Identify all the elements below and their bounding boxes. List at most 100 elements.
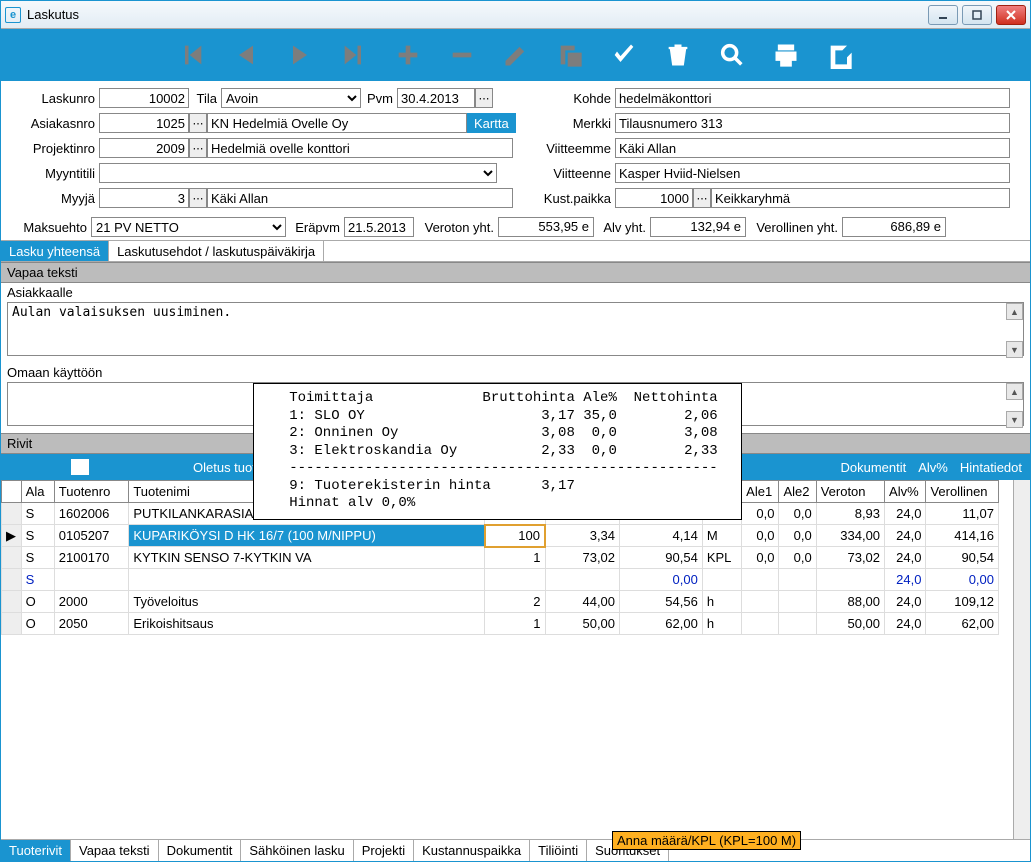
kohde-input[interactable]	[615, 88, 1010, 108]
cell-tuotenimi[interactable]: KUPARIKÖYSI D HK 16/7 (100 M/NIPPU)	[129, 525, 485, 547]
grid-scrollbar[interactable]	[1013, 480, 1030, 839]
col-ala[interactable]: Ala	[21, 481, 54, 503]
cell-ale2[interactable]: 0,0	[779, 547, 816, 569]
cell-ala[interactable]: S	[21, 547, 54, 569]
projektinro-input[interactable]	[99, 138, 189, 158]
cell-verollinen[interactable]: 414,16	[926, 525, 999, 547]
cell-maara[interactable]	[485, 569, 545, 591]
cell-ale2[interactable]	[779, 613, 816, 635]
cell-averollinen[interactable]: 62,00	[620, 613, 703, 635]
cell-maara[interactable]: 1	[485, 613, 545, 635]
hintatiedot-link[interactable]: Hintatiedot	[960, 460, 1022, 475]
cell-yks[interactable]: M	[702, 525, 741, 547]
prev-record-button[interactable]	[230, 39, 262, 71]
edit-button[interactable]	[500, 39, 532, 71]
minimize-button[interactable]	[928, 5, 958, 25]
cell-verollinen[interactable]: 62,00	[926, 613, 999, 635]
myyja-name-input[interactable]	[207, 188, 513, 208]
tab-tuoterivit[interactable]: Tuoterivit	[1, 840, 71, 861]
asiakasnro-input[interactable]	[99, 113, 189, 133]
copy-button[interactable]	[554, 39, 586, 71]
cell-averollinen[interactable]: 4,14	[620, 525, 703, 547]
table-row[interactable]: S0,0024,00,00	[2, 569, 999, 591]
kartta-button[interactable]: Kartta	[467, 113, 516, 133]
kustpaikka-lookup-button[interactable]: ⋯	[693, 188, 711, 208]
cell-tuotenimi[interactable]: Erikoishitsaus	[129, 613, 485, 635]
cell-tuotenro[interactable]: 0105207	[54, 525, 129, 547]
cell-averollinen[interactable]: 90,54	[620, 547, 703, 569]
alv-link[interactable]: Alv%	[918, 460, 948, 475]
cell-ale1[interactable]: 0,0	[742, 503, 779, 525]
cell-ala[interactable]: S	[21, 569, 54, 591]
kustpaikka-name-input[interactable]	[711, 188, 1010, 208]
scroll-down-icon[interactable]: ▼	[1006, 341, 1023, 358]
tab-sahkoinen-lasku[interactable]: Sähköinen lasku	[241, 840, 353, 861]
cell-averoton[interactable]: 50,00	[545, 613, 620, 635]
viitteenne-input[interactable]	[615, 163, 1010, 183]
table-row[interactable]: O2000Työveloitus244,0054,56h88,0024,0109…	[2, 591, 999, 613]
scroll-up-icon[interactable]: ▲	[1006, 383, 1023, 400]
print-button[interactable]	[770, 39, 802, 71]
add-button[interactable]	[392, 39, 424, 71]
myyja-lookup-button[interactable]: ⋯	[189, 188, 207, 208]
tab-projekti[interactable]: Projekti	[354, 840, 414, 861]
cell-ale2[interactable]: 0,0	[779, 503, 816, 525]
cell-ala[interactable]: O	[21, 591, 54, 613]
cell-veroton[interactable]: 50,00	[816, 613, 884, 635]
cell-tuotenimi[interactable]: KYTKIN SENSO 7-KYTKIN VA	[129, 547, 485, 569]
col-ale1[interactable]: Ale1	[742, 481, 779, 503]
col-ale2[interactable]: Ale2	[779, 481, 816, 503]
cell-alv[interactable]: 24,0	[885, 503, 926, 525]
cell-veroton[interactable]: 88,00	[816, 591, 884, 613]
remove-button[interactable]	[446, 39, 478, 71]
cell-maara[interactable]: 2	[485, 591, 545, 613]
cell-averoton[interactable]: 44,00	[545, 591, 620, 613]
cell-ale1[interactable]: 0,0	[742, 547, 779, 569]
cell-ale1[interactable]	[742, 591, 779, 613]
table-row[interactable]: O2050Erikoishitsaus150,0062,00h50,0024,0…	[2, 613, 999, 635]
col-verollinen[interactable]: Verollinen	[926, 481, 999, 503]
kustpaikka-input[interactable]	[615, 188, 693, 208]
erapvm-input[interactable]	[344, 217, 414, 237]
cell-veroton[interactable]: 334,00	[816, 525, 884, 547]
cell-averollinen[interactable]: 54,56	[620, 591, 703, 613]
tab-tilionti[interactable]: Tiliöinti	[530, 840, 587, 861]
cell-yks[interactable]: KPL	[702, 547, 741, 569]
cell-tuotenimi[interactable]	[129, 569, 485, 591]
cell-alv[interactable]: 24,0	[885, 547, 926, 569]
viitteemme-input[interactable]	[615, 138, 1010, 158]
merkki-input[interactable]	[615, 113, 1010, 133]
dokumentit-link[interactable]: Dokumentit	[840, 460, 906, 475]
cell-tuotenro[interactable]: 2000	[54, 591, 129, 613]
next-record-button[interactable]	[284, 39, 316, 71]
laskunro-input[interactable]	[99, 88, 189, 108]
close-button[interactable]	[996, 5, 1026, 25]
table-row[interactable]: S2100170KYTKIN SENSO 7-KYTKIN VA173,0290…	[2, 547, 999, 569]
scroll-up-icon[interactable]: ▲	[1006, 303, 1023, 320]
cell-ale1[interactable]	[742, 613, 779, 635]
cell-alv[interactable]: 24,0	[885, 613, 926, 635]
cell-veroton[interactable]: 8,93	[816, 503, 884, 525]
tab-laskutusehdot[interactable]: Laskutusehdot / laskutuspäiväkirja	[109, 241, 324, 261]
myyja-input[interactable]	[99, 188, 189, 208]
tab-lasku-yhteensa[interactable]: Lasku yhteensä	[1, 241, 109, 261]
maksuehto-select[interactable]: 21 PV NETTO	[91, 217, 286, 237]
cell-tuotenimi[interactable]: Työveloitus	[129, 591, 485, 613]
cell-veroton[interactable]: 73,02	[816, 547, 884, 569]
cell-verollinen[interactable]: 0,00	[926, 569, 999, 591]
table-row[interactable]: ▶S0105207KUPARIKÖYSI D HK 16/7 (100 M/NI…	[2, 525, 999, 547]
cell-verollinen[interactable]: 11,07	[926, 503, 999, 525]
myyntitili-select[interactable]	[99, 163, 497, 183]
cell-tuotenro[interactable]: 2100170	[54, 547, 129, 569]
first-record-button[interactable]	[176, 39, 208, 71]
cell-averoton[interactable]: 73,02	[545, 547, 620, 569]
cell-ale1[interactable]: 0,0	[742, 525, 779, 547]
col-veroton[interactable]: Veroton	[816, 481, 884, 503]
col-tuotenro[interactable]: Tuotenro	[54, 481, 129, 503]
export-button[interactable]	[824, 39, 856, 71]
col-alv[interactable]: Alv%	[885, 481, 926, 503]
cell-alv[interactable]: 24,0	[885, 525, 926, 547]
cell-ale1[interactable]	[742, 569, 779, 591]
cell-alv[interactable]: 24,0	[885, 569, 926, 591]
cell-ala[interactable]: O	[21, 613, 54, 635]
